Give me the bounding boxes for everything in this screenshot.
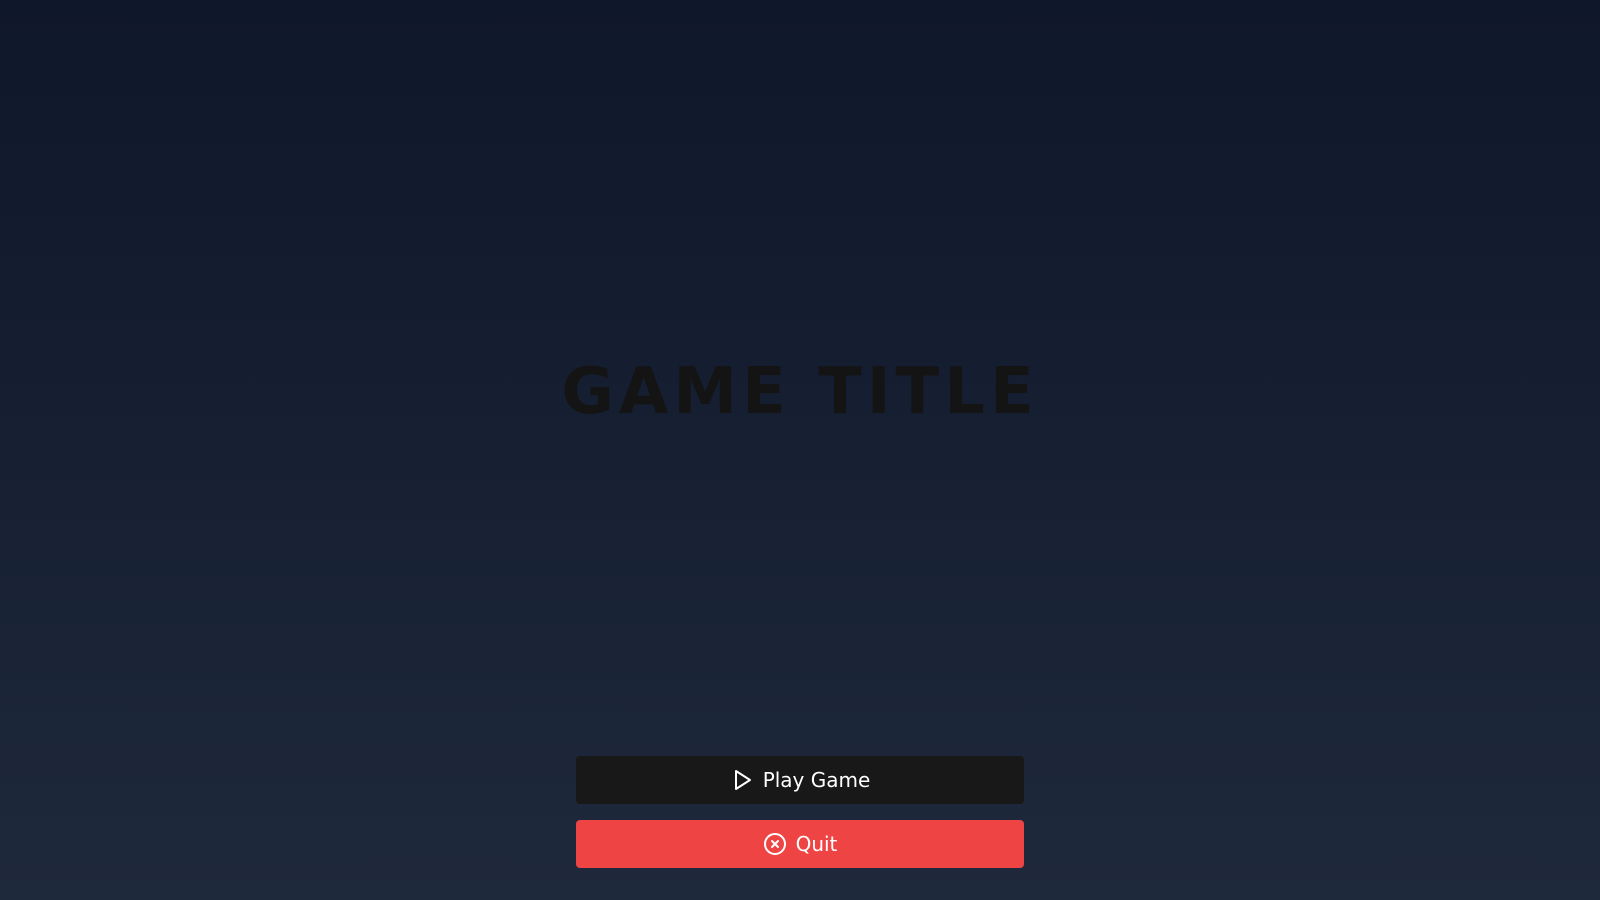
play-game-button[interactable]: Play Game <box>576 756 1024 804</box>
play-game-label: Play Game <box>762 768 871 792</box>
game-title: GAME TITLE <box>561 355 1039 429</box>
play-icon <box>730 768 754 792</box>
quit-button[interactable]: Quit <box>576 820 1024 868</box>
quit-label: Quit <box>795 832 838 856</box>
close-circle-icon <box>763 832 787 856</box>
